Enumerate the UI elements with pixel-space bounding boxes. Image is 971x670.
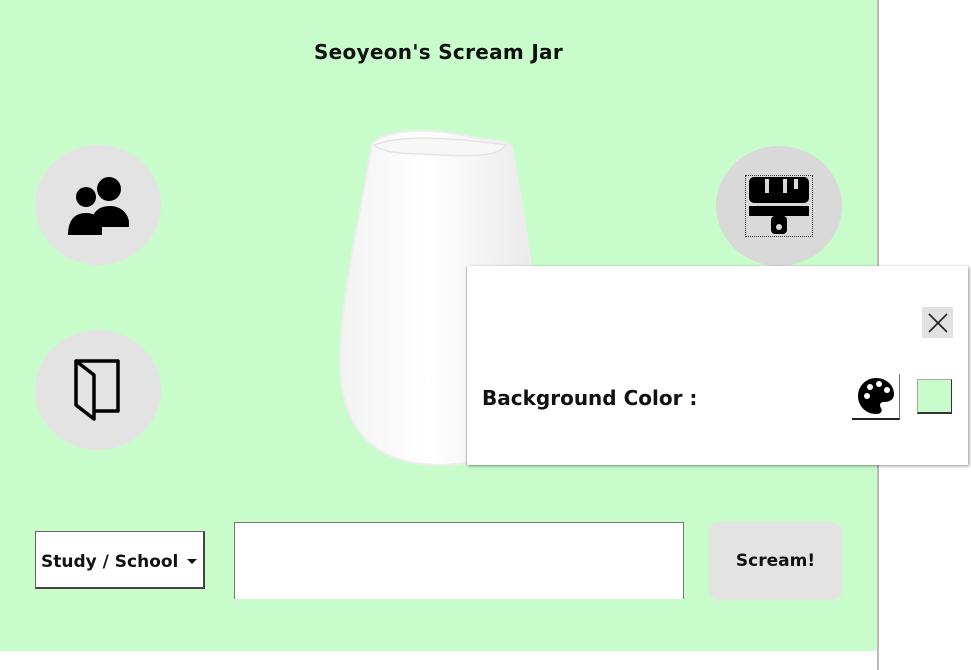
category-dropdown[interactable]: Study / School xyxy=(35,531,205,589)
palette-icon xyxy=(857,378,894,414)
paint-button[interactable] xyxy=(716,146,842,266)
panel-close-button[interactable] xyxy=(922,307,953,338)
background-color-label: Background Color : xyxy=(482,386,698,410)
color-swatch[interactable] xyxy=(917,379,952,414)
category-selected-value: Study / School xyxy=(41,552,179,572)
scream-button[interactable]: Scream! xyxy=(709,522,842,600)
background-color-panel: Background Color : xyxy=(467,266,968,465)
users-icon xyxy=(68,177,129,235)
users-button[interactable] xyxy=(35,145,161,265)
exit-button[interactable] xyxy=(35,330,161,450)
door-exit-icon xyxy=(74,359,120,421)
paint-brush-icon xyxy=(749,177,809,234)
page-title: Seoyeon's Scream Jar xyxy=(313,40,564,64)
chevron-down-icon[interactable] xyxy=(187,559,197,564)
close-icon xyxy=(927,312,948,333)
scream-text-input[interactable] xyxy=(234,522,684,599)
focus-outline xyxy=(745,175,813,237)
palette-button[interactable] xyxy=(852,374,900,420)
